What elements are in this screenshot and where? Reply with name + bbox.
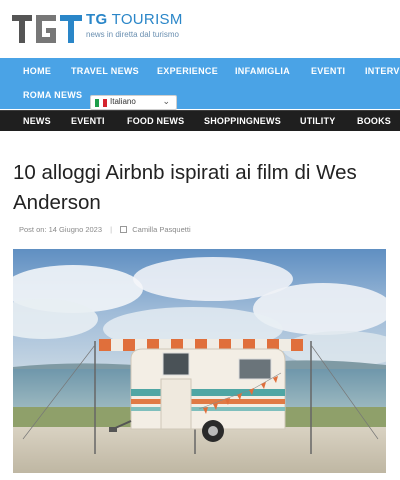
nav-item-eventi[interactable]: EVENTI bbox=[311, 66, 345, 76]
nav-item-infamiglia[interactable]: INFAMIGLIA bbox=[235, 66, 290, 76]
posted-label: Post on: bbox=[19, 225, 47, 234]
nav-item-experience[interactable]: EXPERIENCE bbox=[157, 66, 218, 76]
site-logo[interactable] bbox=[12, 14, 82, 44]
language-selector[interactable]: Italiano ⌄ bbox=[90, 95, 177, 110]
article-meta: Post on: 14 Giugno 2023 | Camilla Pasque… bbox=[19, 225, 191, 234]
nav-item-utility[interactable]: UTILITY bbox=[300, 116, 335, 126]
nav-item-books[interactable]: BOOKS bbox=[357, 116, 391, 126]
meta-divider: | bbox=[110, 225, 113, 234]
site-title-rest: TOURISM bbox=[111, 11, 183, 28]
site-title[interactable]: TG TOURISM bbox=[86, 11, 183, 28]
nav-item-shoppingnews[interactable]: SHOPPINGNEWS bbox=[204, 116, 281, 126]
nav-item-food-news[interactable]: FOOD NEWS bbox=[127, 116, 184, 126]
site-title-bold: TG bbox=[86, 11, 108, 28]
site-header: TG TOURISM news in diretta dal turismo bbox=[0, 0, 400, 58]
article-hero-image bbox=[13, 249, 386, 473]
secondary-nav: NEWS EVENTI FOOD NEWS SHOPPINGNEWS UTILI… bbox=[0, 110, 400, 131]
site-tagline: news in diretta dal turismo bbox=[86, 30, 179, 39]
nav-item-news[interactable]: NEWS bbox=[23, 116, 51, 126]
language-label: Italiano bbox=[110, 97, 136, 106]
nav-item-interviste[interactable]: INTERV bbox=[365, 66, 400, 76]
article-title: 10 alloggi Airbnb ispirati ai film di We… bbox=[13, 161, 357, 214]
nav-item-home[interactable]: HOME bbox=[23, 66, 51, 76]
nav-item-roma-news[interactable]: ROMA NEWS bbox=[23, 90, 82, 100]
logo-graphic bbox=[12, 15, 82, 43]
article-date: 14 Giugno 2023 bbox=[48, 225, 103, 234]
nav-item-eventi-secondary[interactable]: EVENTI bbox=[71, 116, 105, 126]
caravan-beach-photo bbox=[13, 249, 386, 473]
article-author[interactable]: Camilla Pasquetti bbox=[132, 225, 190, 234]
chevron-down-icon: ⌄ bbox=[162, 96, 170, 106]
italy-flag-icon bbox=[95, 99, 107, 107]
main-nav: HOME TRAVEL NEWS EXPERIENCE INFAMIGLIA E… bbox=[0, 58, 400, 109]
nav-item-travel-news[interactable]: TRAVEL NEWS bbox=[71, 66, 139, 76]
author-icon bbox=[120, 226, 128, 233]
